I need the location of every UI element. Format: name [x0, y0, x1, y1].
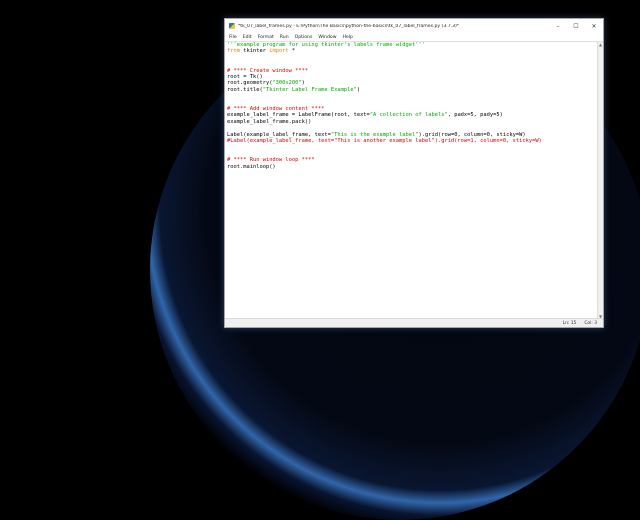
- code-token: ): [356, 86, 361, 93]
- menu-help[interactable]: Help: [342, 35, 352, 40]
- code-token: root.mainloop(): [227, 163, 276, 170]
- status-bar: Ln: 15 Col: 3: [225, 318, 603, 327]
- code-token: , padx=5, pady=5): [447, 112, 503, 119]
- maximize-icon[interactable]: ☐: [567, 19, 585, 33]
- vertical-scrollbar[interactable]: ▲ ▼: [597, 42, 603, 319]
- code-token: "A collection of labels": [369, 112, 448, 119]
- code-token: root = Tk(): [227, 74, 263, 81]
- code-token: # **** Add window content ****: [227, 106, 325, 113]
- code-editor[interactable]: '''example program for using tkinter's l…: [225, 41, 603, 319]
- code-token: example_label_frame.pack(): [227, 118, 312, 125]
- code-line[interactable]: root.mainloop(): [227, 164, 603, 170]
- code-token: "300x200": [272, 80, 302, 87]
- code-token: #Label(example_label_frame, text="This i…: [227, 138, 542, 145]
- code-token: from: [227, 48, 240, 55]
- code-token: ): [301, 80, 305, 87]
- menu-format[interactable]: Format: [258, 35, 274, 40]
- menu-window[interactable]: Window: [318, 35, 336, 40]
- status-col: Col: 3: [584, 320, 597, 326]
- code-token: root.geometry(: [227, 80, 273, 87]
- code-token: "Tkinter Label Frame Example": [262, 86, 357, 93]
- code-text[interactable]: '''example program for using tkinter's l…: [225, 42, 603, 170]
- code-token: Label(example_label_frame, text=: [227, 131, 331, 138]
- menu-file[interactable]: File: [229, 35, 237, 40]
- status-line: Ln: 15: [562, 320, 577, 326]
- code-token: root.title(: [227, 86, 263, 93]
- menu-options[interactable]: Options: [295, 35, 313, 40]
- close-icon[interactable]: ✕: [585, 19, 603, 33]
- code-token: "This is the example label": [330, 131, 419, 138]
- window-title: *tk_07_label_frames.py - E:\Python\The B…: [238, 23, 460, 29]
- menu-bar: File Edit Format Run Options Window Help: [225, 33, 603, 41]
- idle-editor-window: *tk_07_label_frames.py - E:\Python\The B…: [224, 18, 604, 328]
- menu-run[interactable]: Run: [280, 35, 289, 40]
- menu-edit[interactable]: Edit: [243, 35, 252, 40]
- code-token: # **** Run window loop ****: [227, 157, 315, 164]
- code-token: # **** Create window ****: [227, 67, 309, 74]
- code-token: import: [269, 48, 289, 55]
- minimize-icon[interactable]: –: [549, 19, 567, 33]
- scroll-up-icon[interactable]: ▲: [598, 42, 603, 47]
- code-token: '''example program for using tkinter's l…: [227, 42, 425, 48]
- code-token: ).grid(row=0, column=0, sticky=W): [418, 131, 526, 138]
- code-token: *: [288, 48, 296, 55]
- code-token: example_label_frame = LabelFrame(root, t…: [227, 112, 370, 119]
- code-token: tkinter: [239, 48, 270, 55]
- title-bar: *tk_07_label_frames.py - E:\Python\The B…: [225, 19, 603, 33]
- python-icon: [229, 23, 235, 29]
